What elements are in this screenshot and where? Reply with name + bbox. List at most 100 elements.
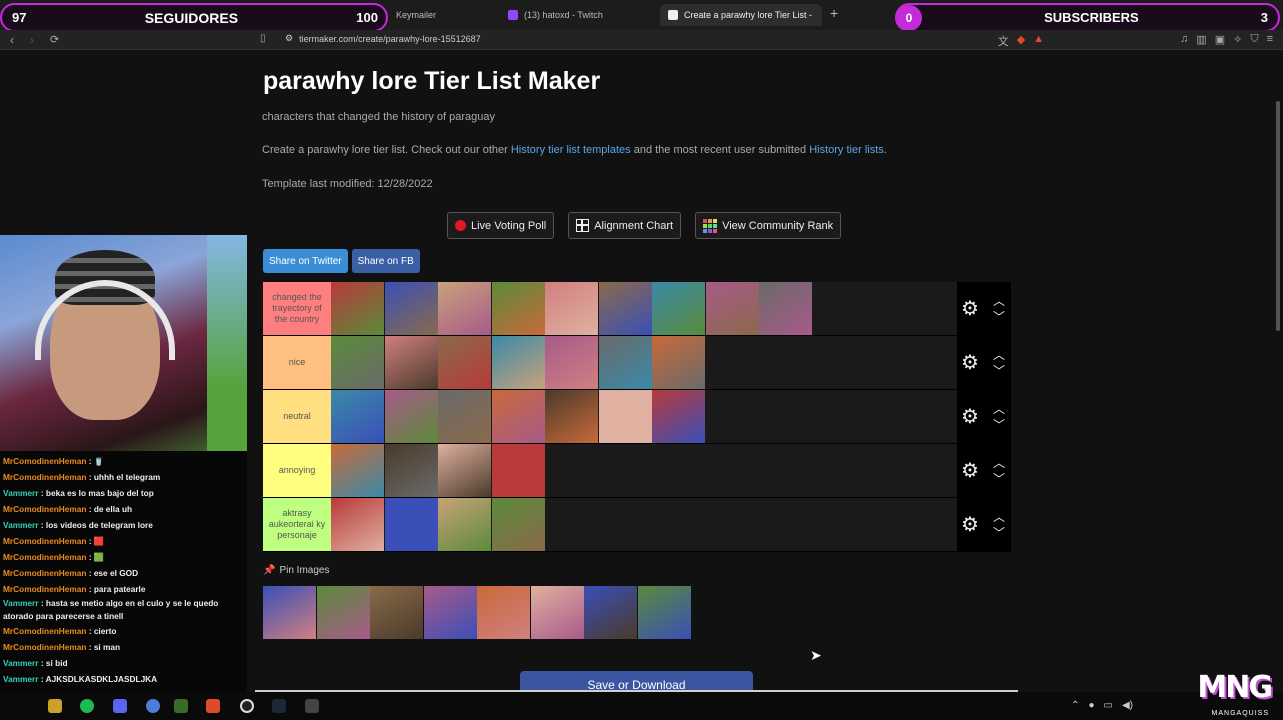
- pinned-image[interactable]: [584, 586, 637, 639]
- tier-item-image[interactable]: [438, 444, 491, 497]
- tier-item-image[interactable]: [384, 390, 438, 443]
- chat-username[interactable]: Vammerr: [3, 658, 39, 668]
- tier-label[interactable]: neutral: [263, 390, 331, 443]
- pinned-image[interactable]: [530, 586, 584, 639]
- history-templates-link[interactable]: History tier list templates: [511, 144, 631, 156]
- tier-item-image[interactable]: [491, 282, 545, 335]
- tier-item-image[interactable]: [438, 498, 491, 551]
- tier-item-image[interactable]: [491, 498, 545, 551]
- share-twitter-button[interactable]: Share on Twitter: [263, 249, 348, 273]
- tier-label[interactable]: changed the trayectory of the country: [263, 282, 331, 335]
- chat-username[interactable]: MrComodinenHeman: [3, 552, 86, 562]
- chevron-up-icon[interactable]: ︿: [993, 295, 1005, 307]
- app-icon[interactable]: [146, 699, 160, 713]
- tier-item-image[interactable]: [384, 498, 438, 551]
- tier-item-image[interactable]: [545, 282, 598, 335]
- chat-username[interactable]: MrComodinenHeman: [3, 568, 86, 578]
- tier-item-image[interactable]: [652, 282, 705, 335]
- tier-item-image[interactable]: [598, 282, 652, 335]
- pinned-image[interactable]: [263, 586, 316, 639]
- tier-item-image[interactable]: [545, 336, 598, 389]
- view-community-rank-button[interactable]: View Community Rank: [695, 212, 842, 239]
- tier-item-image[interactable]: [331, 336, 384, 389]
- history-tier-lists-link[interactable]: History tier lists: [809, 144, 884, 156]
- vpn-icon[interactable]: ⛉: [1250, 33, 1258, 49]
- new-tab-button[interactable]: +: [830, 5, 838, 21]
- chevron-up-icon[interactable]: ︿: [993, 349, 1005, 361]
- gear-icon[interactable]: ⚙: [961, 299, 979, 319]
- chat-username[interactable]: MrComodinenHeman: [3, 456, 86, 466]
- wallet-icon[interactable]: ▣: [1215, 33, 1225, 49]
- tier-item-image[interactable]: [331, 282, 384, 335]
- share-facebook-button[interactable]: Share on FB: [351, 249, 420, 273]
- tier-item-image[interactable]: [705, 282, 759, 335]
- menu-icon[interactable]: ≡: [1267, 33, 1273, 49]
- gear-icon[interactable]: ⚙: [961, 407, 979, 427]
- tier-item-image[interactable]: [491, 444, 545, 497]
- forward-icon[interactable]: ›: [30, 33, 34, 47]
- chevron-up-icon[interactable]: ︿: [993, 457, 1005, 469]
- brave-shield-icon[interactable]: ◆: [1017, 33, 1025, 49]
- app-icon[interactable]: [305, 699, 319, 713]
- chat-username[interactable]: Vammerr: [3, 598, 39, 608]
- tab-tiermaker[interactable]: Create a parawhy lore Tier List - ✕: [660, 4, 822, 26]
- gear-icon[interactable]: ⚙: [961, 353, 979, 373]
- chevron-up-icon[interactable]: ︿: [993, 403, 1005, 415]
- chevron-down-icon[interactable]: ﹀: [993, 311, 1005, 323]
- chevron-down-icon[interactable]: ﹀: [993, 419, 1005, 431]
- bookmark-icon[interactable]: ▯: [260, 33, 266, 44]
- microphone-icon[interactable]: ●: [1088, 700, 1094, 711]
- back-icon[interactable]: ‹: [10, 33, 14, 47]
- tab-keymailer[interactable]: Keymailer: [388, 4, 500, 26]
- chevron-down-icon[interactable]: ﹀: [993, 473, 1005, 485]
- tier-item-image[interactable]: [331, 444, 384, 497]
- translate-icon[interactable]: 文: [998, 33, 1009, 49]
- tier-item-image[interactable]: [598, 390, 652, 443]
- steam-icon[interactable]: [272, 699, 286, 713]
- tier-item-image[interactable]: [384, 444, 438, 497]
- tier-item-image[interactable]: [491, 336, 545, 389]
- chat-username[interactable]: MrComodinenHeman: [3, 504, 86, 514]
- discord-icon[interactable]: [113, 699, 127, 713]
- chat-username[interactable]: MrComodinenHeman: [3, 472, 86, 482]
- rewards-icon[interactable]: ▲: [1033, 33, 1044, 49]
- tier-item-image[interactable]: [652, 390, 705, 443]
- chat-username[interactable]: MrComodinenHeman: [3, 584, 86, 594]
- alignment-chart-button[interactable]: Alignment Chart: [568, 212, 682, 239]
- brave-browser-icon[interactable]: [206, 699, 220, 713]
- chat-username[interactable]: Vammerr: [3, 488, 39, 498]
- chevron-up-icon[interactable]: ︿: [993, 511, 1005, 523]
- live-voting-poll-button[interactable]: Live Voting Poll: [447, 212, 555, 239]
- tier-item-image[interactable]: [438, 390, 491, 443]
- page-scrollbar[interactable]: [1276, 101, 1280, 331]
- tier-item-image[interactable]: [652, 336, 705, 389]
- chat-username[interactable]: MrComodinenHeman: [3, 626, 86, 636]
- site-info-icon[interactable]: ⚙: [285, 33, 293, 44]
- leo-icon[interactable]: ✧: [1233, 33, 1242, 49]
- obs-icon[interactable]: [240, 699, 254, 713]
- volume-icon[interactable]: ◀): [1122, 700, 1133, 711]
- chat-username[interactable]: MrComodinenHeman: [3, 536, 86, 546]
- network-icon[interactable]: ▭: [1104, 700, 1113, 711]
- tier-item-image[interactable]: [759, 282, 812, 335]
- tier-item-image[interactable]: [384, 282, 438, 335]
- chat-username[interactable]: MrComodinenHeman: [3, 642, 86, 652]
- tier-item-image[interactable]: [598, 336, 652, 389]
- file-explorer-icon[interactable]: [48, 699, 62, 713]
- tier-item-image[interactable]: [331, 498, 384, 551]
- chat-username[interactable]: Vammerr: [3, 520, 39, 530]
- reload-icon[interactable]: ⟳: [50, 33, 59, 46]
- tab-twitch[interactable]: (13) hatoxd - Twitch: [500, 4, 658, 26]
- pinned-image[interactable]: [477, 586, 530, 639]
- tier-item-image[interactable]: [438, 282, 491, 335]
- spotify-icon[interactable]: [80, 699, 94, 713]
- pinned-image[interactable]: [316, 586, 370, 639]
- tier-label[interactable]: aktrasy aukeorterai ky personaje: [263, 498, 331, 551]
- tray-expand-icon[interactable]: ⌃: [1071, 700, 1079, 711]
- tier-item-image[interactable]: [331, 390, 384, 443]
- address-bar[interactable]: ⚙ tiermaker.com/create/parawhy-lore-1551…: [285, 33, 481, 44]
- tier-label[interactable]: annoying: [263, 444, 331, 497]
- gear-icon[interactable]: ⚙: [961, 461, 979, 481]
- pinned-image[interactable]: [423, 586, 477, 639]
- tier-label[interactable]: nice: [263, 336, 331, 389]
